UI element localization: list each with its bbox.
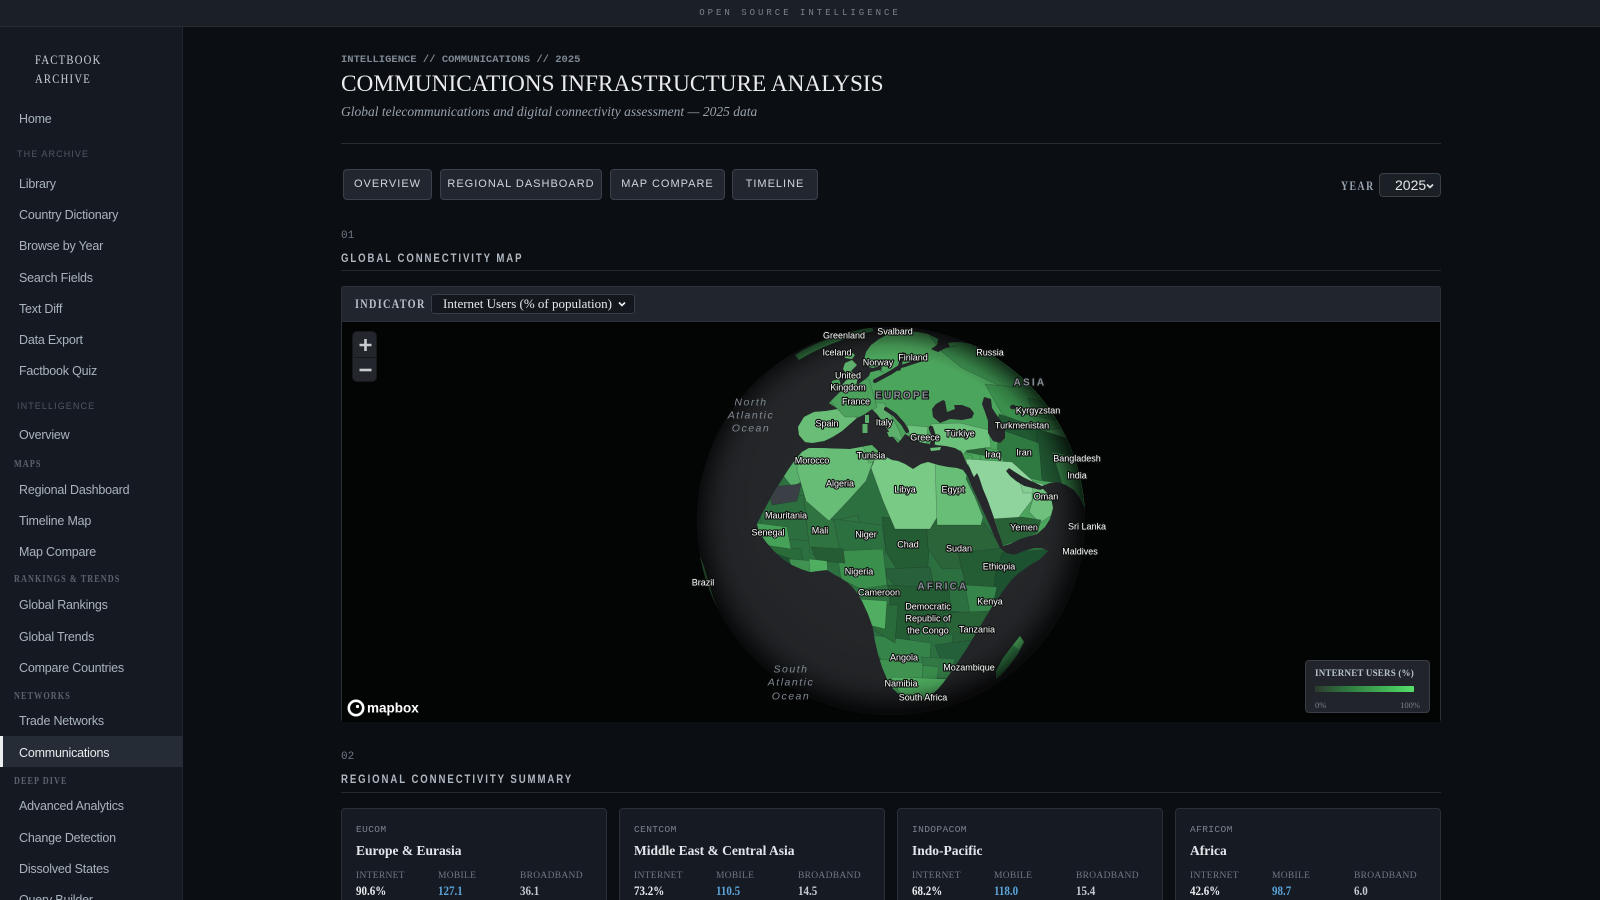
svg-text:Sri Lanka: Sri Lanka [1068, 522, 1106, 532]
svg-text:Republic of: Republic of [905, 614, 951, 624]
svg-text:Mali: Mali [812, 526, 829, 536]
svg-text:North: North [734, 397, 767, 409]
svg-text:Tanzania: Tanzania [959, 625, 995, 635]
svg-text:mapbox: mapbox [367, 701, 419, 716]
svg-text:Norway: Norway [863, 358, 894, 368]
svg-text:Brazil: Brazil [692, 578, 715, 588]
svg-text:Chad: Chad [897, 540, 919, 550]
svg-text:Türkiye: Türkiye [945, 429, 975, 439]
svg-text:Russia: Russia [976, 348, 1004, 358]
svg-text:Ocean: Ocean [772, 691, 810, 703]
svg-text:Spain: Spain [815, 419, 838, 429]
svg-text:Tunisia: Tunisia [857, 451, 886, 461]
svg-text:Atlantic: Atlantic [767, 677, 814, 689]
svg-text:AFRICA: AFRICA [918, 582, 969, 593]
svg-text:France: France [842, 397, 870, 407]
svg-text:Cameroon: Cameroon [858, 588, 900, 598]
svg-text:Senegal: Senegal [751, 528, 784, 538]
svg-text:Turkmenistan: Turkmenistan [995, 421, 1049, 431]
svg-text:South Africa: South Africa [899, 693, 948, 703]
svg-text:Kyrgyzstan: Kyrgyzstan [1016, 406, 1061, 416]
svg-text:Svalbard: Svalbard [877, 327, 913, 337]
svg-text:Atlantic: Atlantic [727, 410, 774, 422]
svg-text:Nigeria: Nigeria [845, 567, 874, 577]
svg-text:Iran: Iran [1016, 448, 1032, 458]
svg-text:Namibia: Namibia [884, 679, 917, 689]
svg-text:ASIA: ASIA [1014, 378, 1047, 389]
svg-text:India: India [1067, 471, 1087, 481]
svg-text:Mauritania: Mauritania [765, 511, 807, 521]
svg-text:Yemen: Yemen [1010, 523, 1038, 533]
svg-text:Greece: Greece [910, 433, 940, 443]
svg-text:Bangladesh: Bangladesh [1053, 454, 1101, 464]
svg-text:Oman: Oman [1034, 492, 1059, 502]
svg-text:Italy: Italy [876, 418, 893, 428]
svg-text:Mozambique: Mozambique [943, 663, 995, 673]
svg-text:Kenya: Kenya [977, 597, 1003, 607]
svg-text:United: United [835, 371, 861, 381]
svg-text:Kingdom: Kingdom [830, 383, 866, 393]
svg-text:Ethiopia: Ethiopia [983, 562, 1016, 572]
svg-text:Egypt: Egypt [941, 485, 965, 495]
svg-text:Morocco: Morocco [795, 456, 830, 466]
svg-text:Niger: Niger [855, 530, 877, 540]
svg-text:Maldives: Maldives [1062, 547, 1098, 557]
svg-text:Angola: Angola [890, 653, 918, 663]
svg-text:Finland: Finland [898, 353, 928, 363]
svg-text:Libya: Libya [894, 485, 916, 495]
svg-text:South: South [774, 664, 809, 676]
svg-text:Iraq: Iraq [985, 450, 1001, 460]
svg-text:EUROPE: EUROPE [875, 391, 930, 402]
svg-text:Ocean: Ocean [732, 423, 770, 435]
svg-text:Iceland: Iceland [822, 348, 851, 358]
svg-text:Democratic: Democratic [905, 602, 951, 612]
svg-text:Greenland: Greenland [823, 331, 865, 341]
svg-text:the Congo: the Congo [907, 626, 949, 636]
svg-text:Sudan: Sudan [946, 544, 972, 554]
svg-text:Algeria: Algeria [826, 479, 854, 489]
